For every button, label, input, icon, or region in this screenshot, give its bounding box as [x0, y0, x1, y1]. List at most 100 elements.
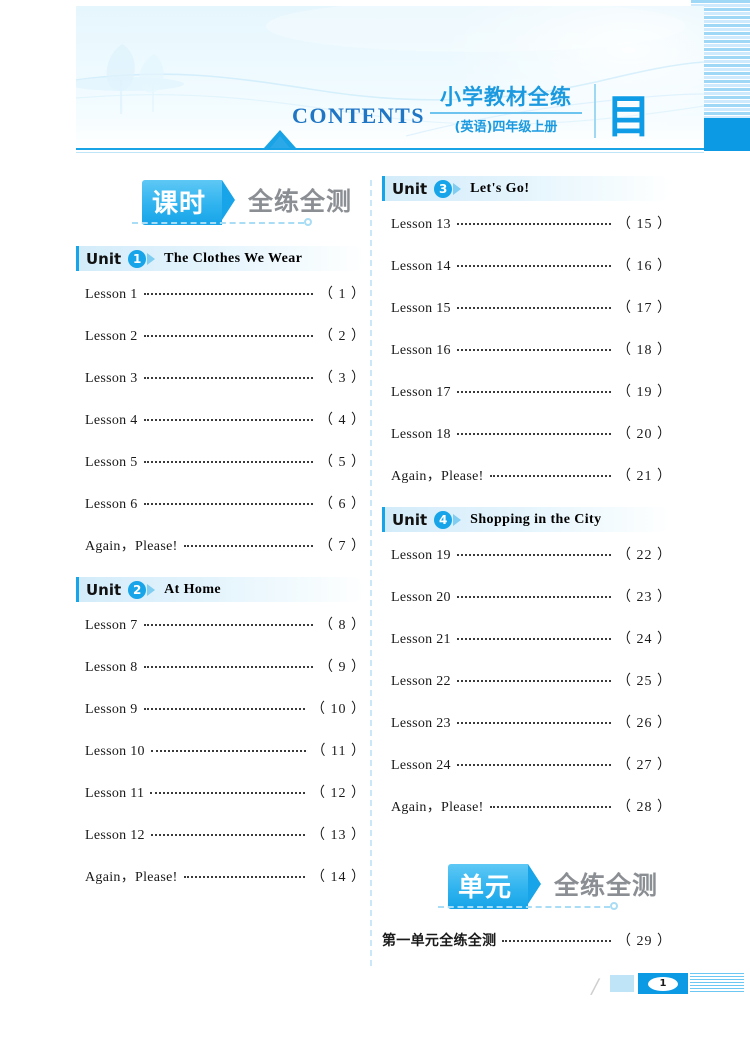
unit-header-1[interactable]: Unit 1 The Clothes We Wear: [76, 246, 366, 271]
toc-entry[interactable]: Lesson 18 （ 20 ）: [382, 423, 672, 465]
toc-entry-label: Lesson 21: [391, 632, 451, 647]
unit-header-3[interactable]: Unit 3 Let's Go!: [382, 176, 672, 201]
toc-entry[interactable]: Lesson 7 （ 8 ）: [76, 614, 366, 656]
toc-entry-page: （ 14 ）: [311, 870, 366, 885]
toc-entry-label: Lesson 2: [85, 329, 138, 344]
section-badge-dotted-line: [132, 222, 304, 224]
unit-number-badge: 3: [434, 179, 453, 198]
toc-entry[interactable]: Lesson 15 （ 17 ）: [382, 297, 672, 339]
unit-header-2[interactable]: Unit 2 At Home: [76, 577, 366, 602]
toc-entry[interactable]: Lesson 9 （ 10 ）: [76, 698, 366, 740]
unit-label: Unit: [392, 179, 428, 198]
toc-entry[interactable]: Lesson 19 （ 22 ）: [382, 544, 672, 586]
toc-entry-page: （ 29 ）: [617, 934, 672, 949]
toc-entry-label: Lesson 22: [391, 674, 451, 689]
chevron-right-icon: [147, 583, 156, 596]
toc-entry-page: （ 20 ）: [617, 427, 672, 442]
brand-main-title: 小学教材全练: [440, 85, 572, 109]
footer-page-block: 1: [638, 973, 688, 994]
toc-entry-label: Lesson 19: [391, 548, 451, 563]
header-triangle-inner-icon: [270, 136, 290, 148]
dot-leader: [143, 327, 313, 337]
toc-entry[interactable]: Again，Please! （ 14 ）: [76, 866, 366, 908]
toc-entry[interactable]: Lesson 12 （ 13 ）: [76, 824, 366, 866]
left-column: 课时 全练全测 Unit 1 The Clothes We Wear Lesso…: [76, 176, 366, 908]
toc-entry[interactable]: Lesson 16 （ 18 ）: [382, 339, 672, 381]
toc-entry[interactable]: Lesson 21 （ 24 ）: [382, 628, 672, 670]
toc-entry[interactable]: Lesson 2 （ 2 ）: [76, 325, 366, 367]
toc-entry[interactable]: Again，Please! （ 21 ）: [382, 465, 672, 507]
unit-header-4[interactable]: Unit 4 Shopping in the City: [382, 507, 672, 532]
toc-entry[interactable]: Again，Please! （ 28 ）: [382, 796, 672, 838]
contents-title: CONTENTS: [292, 103, 426, 128]
dot-leader: [150, 742, 306, 752]
dot-leader: [143, 453, 313, 463]
toc-entry-page: （ 26 ）: [617, 716, 672, 731]
toc-entry[interactable]: Lesson 1 （ 1 ）: [76, 283, 366, 325]
unit-label: Unit: [86, 580, 122, 599]
page-header-banner: CONTENTS 小学教材全练 (英语)四年级上册 目 录: [76, 6, 704, 151]
section-badge-dotted-line: [438, 906, 610, 908]
toc-entry-page: （ 7 ）: [319, 539, 366, 554]
toc-entry-label: Lesson 18: [391, 427, 451, 442]
toc-entry-page: （ 23 ）: [617, 590, 672, 605]
toc-entry[interactable]: Lesson 5 （ 5 ）: [76, 451, 366, 493]
toc-entry-page: （ 22 ）: [617, 548, 672, 563]
page-number: 1: [648, 976, 678, 991]
toc-entry-label: Lesson 16: [391, 343, 451, 358]
dot-leader: [456, 341, 611, 351]
toc-entry-page: （ 16 ）: [617, 259, 672, 274]
toc-entry-page: （ 27 ）: [617, 758, 672, 773]
toc-entry[interactable]: Lesson 20 （ 23 ）: [382, 586, 672, 628]
toc-entry[interactable]: Lesson 4 （ 4 ）: [76, 409, 366, 451]
dot-leader: [489, 467, 611, 477]
toc-entry[interactable]: Lesson 13 （ 15 ）: [382, 213, 672, 255]
dot-leader: [150, 826, 305, 836]
toc-entry[interactable]: Lesson 8 （ 9 ）: [76, 656, 366, 698]
toc-entry-label: Lesson 24: [391, 758, 451, 773]
toc-entry[interactable]: Lesson 17 （ 19 ）: [382, 381, 672, 423]
toc-entry[interactable]: Lesson 24 （ 27 ）: [382, 754, 672, 796]
dot-leader: [456, 546, 611, 556]
toc-entry[interactable]: Lesson 6 （ 6 ）: [76, 493, 366, 535]
brand-vertical-divider: [594, 84, 596, 138]
toc-entry-label: Again，Please!: [391, 800, 484, 815]
toc-entry[interactable]: Lesson 14 （ 16 ）: [382, 255, 672, 297]
toc-entry-page: （ 18 ）: [617, 343, 672, 358]
brand-subtitle: (英语)四年级上册: [454, 120, 558, 136]
toc-entry[interactable]: Again，Please! （ 7 ）: [76, 535, 366, 577]
toc-entry-label: Lesson 11: [85, 786, 145, 801]
toc-entry-label: Lesson 8: [85, 660, 138, 675]
toc-entry-page: （ 10 ）: [311, 702, 366, 717]
dot-leader: [143, 700, 305, 710]
toc-entry[interactable]: Lesson 3 （ 3 ）: [76, 367, 366, 409]
unit-number-badge: 2: [128, 580, 147, 599]
toc-entry-page: （ 17 ）: [617, 301, 672, 316]
dot-leader: [143, 285, 313, 295]
toc-entry-page: （ 2 ）: [319, 329, 366, 344]
toc-entry[interactable]: Lesson 11 （ 12 ）: [76, 782, 366, 824]
toc-entry[interactable]: 第一单元全练全测 （ 29 ）: [382, 930, 672, 970]
dot-leader: [183, 537, 313, 547]
dot-leader: [143, 495, 313, 505]
dot-leader: [489, 798, 611, 808]
toc-entry[interactable]: Lesson 22 （ 25 ）: [382, 670, 672, 712]
toc-entry-label: Lesson 14: [391, 259, 451, 274]
section-badge-subtitle: 全练全测: [554, 871, 659, 900]
header-underline-secondary: [76, 152, 704, 153]
dot-leader: [150, 784, 305, 794]
dot-leader: [456, 588, 611, 598]
dot-leader: [183, 868, 305, 878]
dot-leader: [143, 658, 313, 668]
toc-entry-label: Lesson 13: [391, 217, 451, 232]
dot-leader: [502, 932, 611, 942]
toc-entry-label: Again，Please!: [391, 469, 484, 484]
unit-accent-bar: [382, 176, 385, 201]
section-badge-end-circle-icon: [304, 218, 312, 226]
toc-entry[interactable]: Lesson 10 （ 11 ）: [76, 740, 366, 782]
toc-entry[interactable]: Lesson 23 （ 26 ）: [382, 712, 672, 754]
unit-title: The Clothes We Wear: [164, 250, 303, 266]
toc-entry-page: （ 25 ）: [617, 674, 672, 689]
footer-pale-block: [610, 975, 634, 992]
toc-entry-page: （ 19 ）: [617, 385, 672, 400]
